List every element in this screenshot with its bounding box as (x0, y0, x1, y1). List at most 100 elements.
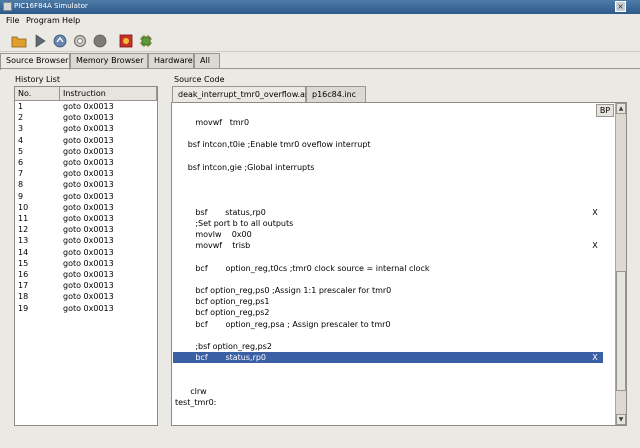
history-instruction: goto 0x0013 (63, 191, 114, 201)
history-list-label: History List (15, 75, 60, 84)
code-line[interactable] (173, 173, 603, 184)
vertical-scrollbar[interactable]: ▲ ▼ (615, 103, 626, 425)
history-number: 13 (18, 236, 29, 246)
table-row[interactable]: 15 goto 0x0013 (15, 258, 157, 269)
code-line[interactable] (173, 363, 603, 374)
code-line[interactable] (173, 251, 603, 262)
code-line[interactable]: bsf intcon,t0ie ;Enable tmr0 oveflow int… (173, 139, 603, 150)
history-instruction: goto 0x0013 (63, 146, 114, 156)
history-instruction: goto 0x0013 (63, 303, 114, 313)
code-line[interactable] (173, 330, 603, 341)
chip-icon[interactable] (138, 33, 154, 49)
step-over-icon[interactable] (52, 33, 68, 49)
code-line[interactable]: bsf intcon,gie ;Global interrupts (173, 162, 603, 173)
code-line[interactable]: bcf option_reg,ps0 ;Assign 1:1 prescaler… (173, 285, 603, 296)
table-row[interactable]: 3 goto 0x0013 (15, 123, 157, 134)
code-line[interactable] (173, 128, 603, 139)
table-row[interactable]: 2 goto 0x0013 (15, 112, 157, 123)
stop-icon[interactable] (92, 33, 108, 49)
history-instruction: goto 0x0013 (63, 202, 114, 212)
code-text: test_tmr0: (175, 398, 217, 407)
code-line[interactable]: bcf option_reg,psa ; Assign prescaler to… (173, 319, 603, 330)
code-line[interactable]: bcf option_reg,t0cs ;tmr0 clock source =… (173, 263, 603, 274)
table-row[interactable]: 18 goto 0x0013 (15, 291, 157, 302)
title-bar: PIC16F84A Simulator × (0, 0, 640, 14)
table-row[interactable]: 13 goto 0x0013 (15, 235, 157, 246)
menu-help[interactable]: Help (62, 16, 80, 25)
code-line[interactable]: bcf option_reg,ps2 (173, 307, 603, 318)
code-line[interactable]: test_tmr0: (173, 397, 603, 408)
code-line-selected[interactable]: bcf status,rp0 X (173, 352, 603, 364)
table-row[interactable]: 7 goto 0x0013 (15, 168, 157, 179)
history-list[interactable]: No. Instruction 1 goto 0x0013 2 goto 0x0013… (14, 86, 158, 426)
table-row[interactable]: 4 goto 0x0013 (15, 135, 157, 146)
history-number: 10 (18, 202, 29, 212)
code-line[interactable]: ;bsf option_reg,ps2 (173, 341, 603, 352)
code-line[interactable]: movlw 0x00 (173, 229, 603, 240)
tab-divider (0, 68, 640, 69)
table-row[interactable]: 19 goto 0x0013 (15, 303, 157, 314)
menu-file[interactable]: File (6, 16, 19, 25)
code-text: bcf option_reg,ps0 ;Assign 1:1 prescaler… (175, 286, 392, 295)
tab-inc-file[interactable]: p16c84.inc (306, 86, 366, 102)
table-row[interactable]: 16 goto 0x0013 (15, 269, 157, 280)
table-row[interactable]: 8 goto 0x0013 (15, 179, 157, 190)
code-text: bsf intcon,t0ie ;Enable tmr0 oveflow int… (175, 140, 371, 150)
history-header: No. Instruction (15, 87, 157, 101)
source-code-label: Source Code (174, 75, 225, 84)
history-instruction: goto 0x0013 (63, 258, 114, 268)
code-line[interactable]: bsf status,rp0 X (173, 207, 603, 218)
history-number: 3 (18, 124, 24, 134)
table-row[interactable]: 14 goto 0x0013 (15, 247, 157, 258)
table-row[interactable]: 12 goto 0x0013 (15, 224, 157, 235)
bp-column-header[interactable]: BP (596, 104, 614, 117)
code-line[interactable] (173, 184, 603, 195)
code-line[interactable]: ;Set port b to all outputs (173, 218, 603, 229)
reset-icon[interactable] (72, 33, 88, 49)
open-folder-icon[interactable] (11, 33, 27, 49)
table-row[interactable]: 9 goto 0x0013 (15, 191, 157, 202)
code-line[interactable]: movwf tmr0 (173, 117, 603, 128)
column-header-no[interactable]: No. (15, 87, 60, 101)
code-text: bcf option_reg,psa ; Assign prescaler to… (175, 319, 391, 329)
tab-asm-file[interactable]: deak_interrupt_tmr0_overflow.asm (172, 86, 317, 102)
table-row[interactable]: 11 goto 0x0013 (15, 213, 157, 224)
history-instruction: goto 0x0013 (63, 113, 114, 123)
code-line[interactable] (173, 195, 603, 206)
table-row[interactable]: 6 goto 0x0013 (15, 157, 157, 168)
breakpoint-marker[interactable]: X (590, 353, 600, 362)
history-instruction: goto 0x0013 (63, 225, 114, 235)
history-number: 4 (18, 135, 24, 145)
tab-all[interactable]: All (194, 53, 220, 69)
column-header-instruction[interactable]: Instruction (60, 87, 157, 101)
table-row[interactable]: 17 goto 0x0013 (15, 280, 157, 291)
table-row[interactable]: 5 goto 0x0013 (15, 146, 157, 157)
scroll-up-icon[interactable]: ▲ (616, 103, 626, 114)
history-instruction: goto 0x0013 (63, 292, 114, 302)
close-button[interactable]: × (615, 1, 626, 12)
breakpoint-marker[interactable]: X (590, 208, 600, 217)
app-icon (3, 2, 12, 11)
code-line[interactable]: bcf option_reg,ps1 (173, 296, 603, 307)
code-line[interactable]: clrw (173, 386, 603, 397)
code-line[interactable] (173, 151, 603, 162)
code-line[interactable] (173, 375, 603, 386)
table-row[interactable]: 10 goto 0x0013 (15, 202, 157, 213)
table-row[interactable]: 1 goto 0x0013 (15, 101, 157, 112)
breakpoint-marker[interactable]: X (590, 241, 600, 250)
breakpoint-icon[interactable] (118, 33, 134, 49)
tab-memory-browser[interactable]: Memory Browser (70, 53, 148, 69)
source-code-view[interactable]: BP movwf tmr0 bsf intcon,t0ie ;Enable tm… (171, 102, 627, 426)
history-number: 18 (18, 292, 29, 302)
menu-program[interactable]: Program (26, 16, 60, 25)
history-number: 19 (18, 303, 29, 313)
scroll-thumb[interactable] (616, 271, 626, 391)
scroll-down-icon[interactable]: ▼ (616, 414, 626, 425)
code-text: ;bsf option_reg,ps2 (175, 342, 272, 351)
code-line[interactable] (173, 274, 603, 285)
run-icon[interactable] (32, 33, 48, 49)
code-line[interactable]: movwf trisb X (173, 240, 603, 251)
tab-hardware[interactable]: Hardware (148, 53, 194, 69)
history-instruction: goto 0x0013 (63, 214, 114, 223)
history-instruction: goto 0x0013 (63, 180, 114, 190)
